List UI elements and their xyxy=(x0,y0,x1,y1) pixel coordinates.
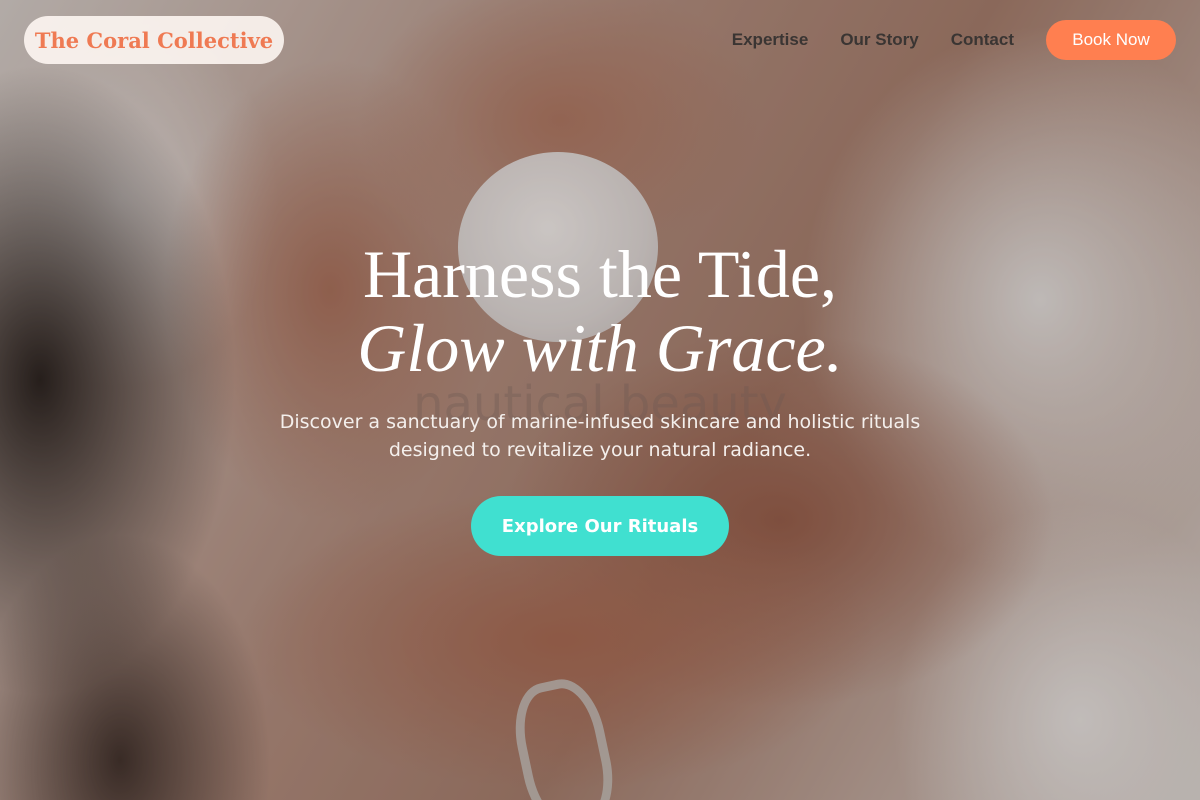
hero-title-line-2: Glow with Grace. xyxy=(357,310,843,386)
hero-title-line-1: Harness the Tide, xyxy=(362,236,838,312)
brand-logo[interactable]: The Coral Collective xyxy=(24,16,284,64)
explore-rituals-button[interactable]: Explore Our Rituals xyxy=(471,496,729,556)
nav-link-expertise[interactable]: Expertise xyxy=(732,30,809,50)
nav-link-contact[interactable]: Contact xyxy=(951,30,1014,50)
hero-content: nautical beauty Harness the Tide, Glow w… xyxy=(200,236,1000,556)
hero-subtitle: Discover a sanctuary of marine-infused s… xyxy=(279,411,921,461)
main-nav: Expertise Our Story Contact Book Now xyxy=(732,20,1176,60)
book-now-button[interactable]: Book Now xyxy=(1046,20,1176,60)
nav-link-our-story[interactable]: Our Story xyxy=(840,30,918,50)
hero-section: The Coral Collective Expertise Our Story… xyxy=(0,0,1200,800)
